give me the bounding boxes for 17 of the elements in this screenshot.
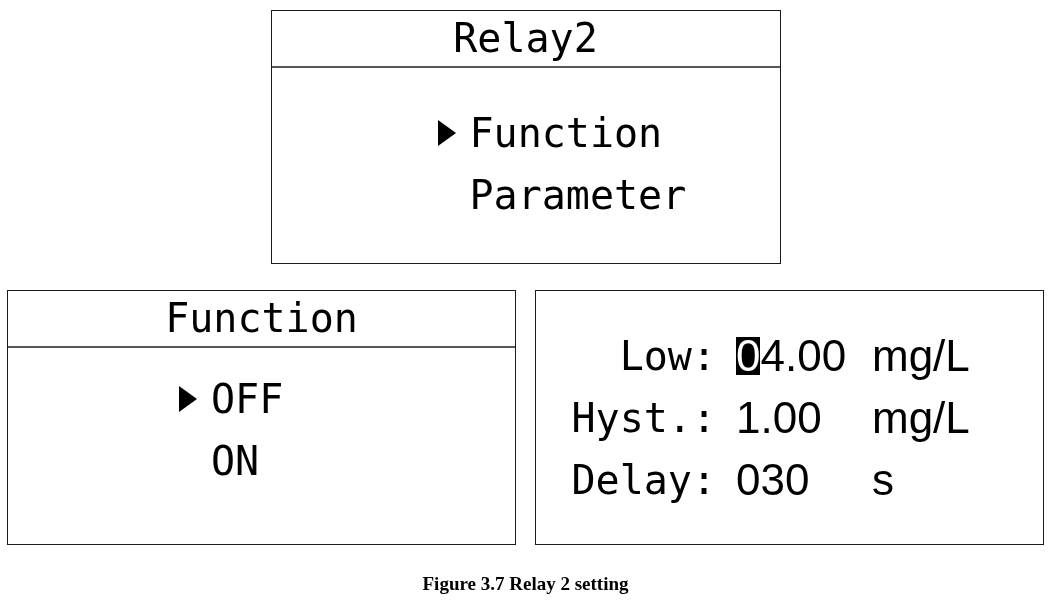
parameter-label: Delay: xyxy=(570,456,716,505)
unit-label: mg/L xyxy=(872,393,970,443)
figure-caption: Figure 3.7 Relay 2 setting xyxy=(422,573,629,595)
menu-item[interactable]: Function xyxy=(437,102,663,164)
parameter-value: 4.00 xyxy=(760,331,847,381)
cursor-digit: 0 xyxy=(736,337,761,375)
menu-item[interactable]: ON xyxy=(179,430,260,492)
menu-item[interactable]: OFF xyxy=(179,368,284,430)
unit-label: mg/L xyxy=(872,331,970,381)
menu-item[interactable]: Parameter xyxy=(437,164,687,226)
parameter-label: Hyst.: xyxy=(570,394,716,443)
parameter-value: 030 xyxy=(736,455,810,505)
unit-label: s xyxy=(872,455,894,505)
parameter-value: 1.00 xyxy=(736,393,822,443)
parameter-label: Low: xyxy=(618,332,716,381)
screen-title: Function xyxy=(8,291,515,348)
screen-title: Relay2 xyxy=(271,11,780,68)
